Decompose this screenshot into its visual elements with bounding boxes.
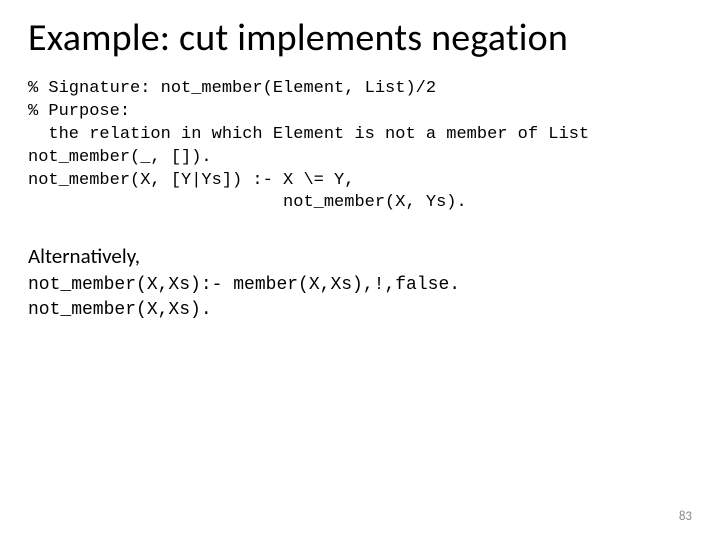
code-block-alternative: not_member(X,Xs):- member(X,Xs),!,false.… xyxy=(28,273,692,322)
code-block-primary: % Signature: not_member(Element, List)/2… xyxy=(28,78,692,216)
page-number: 83 xyxy=(679,509,692,524)
slide-container: Example: cut implements negation % Signa… xyxy=(0,0,720,540)
alternatively-label: Alternatively, xyxy=(28,243,692,269)
slide-title: Example: cut implements negation xyxy=(28,18,692,60)
